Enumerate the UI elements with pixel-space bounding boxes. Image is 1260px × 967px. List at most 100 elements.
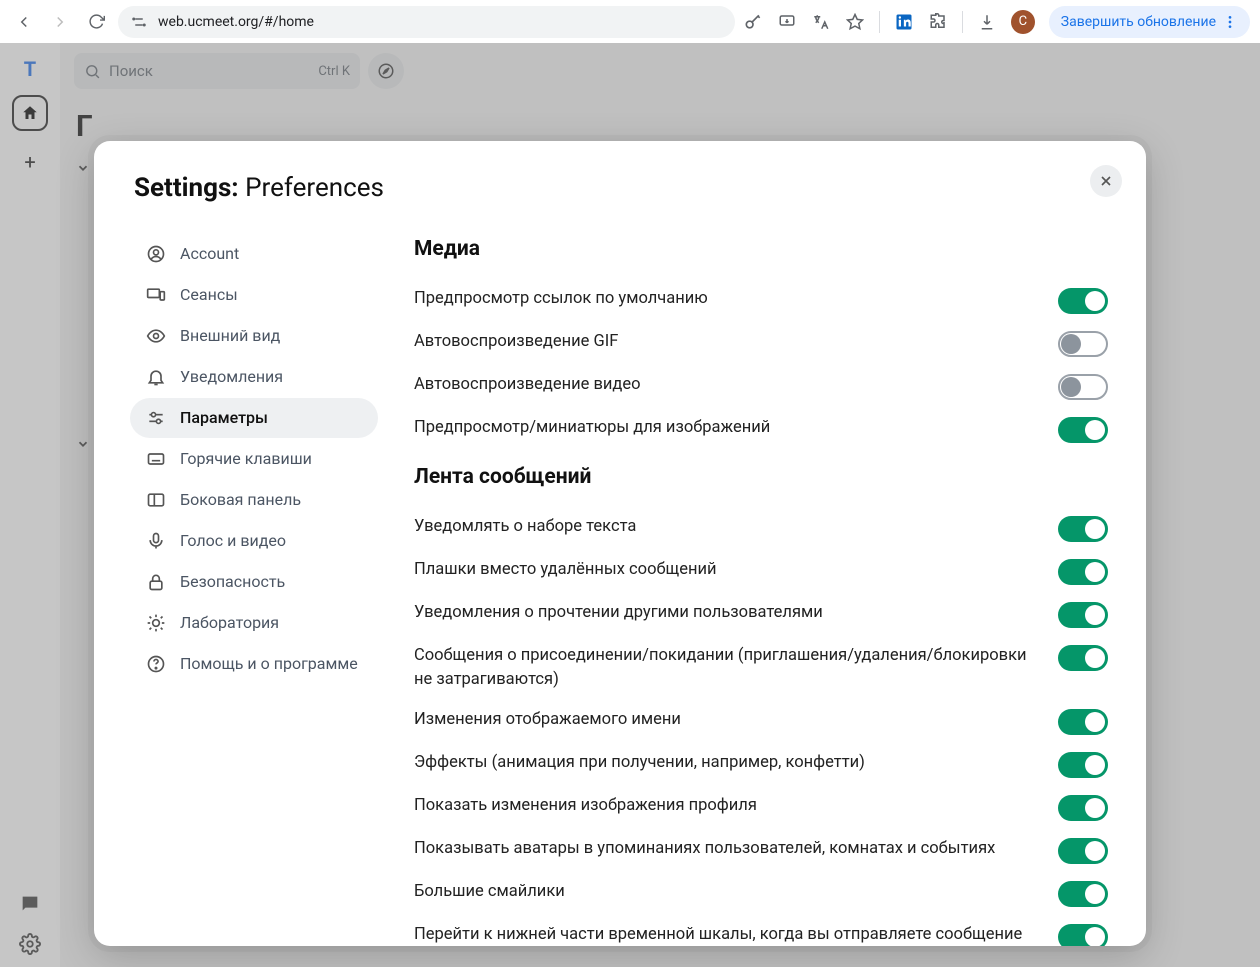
- setting-row: Сообщения о присоединении/покидании (при…: [414, 636, 1108, 700]
- setting-label: Показывать аватары в упоминаниях пользов…: [414, 837, 1038, 861]
- setting-toggle[interactable]: [1058, 417, 1108, 443]
- setting-toggle[interactable]: [1058, 709, 1108, 735]
- setting-toggle[interactable]: [1058, 838, 1108, 864]
- devices-icon: [146, 285, 166, 305]
- sidebar-item-label: Боковая панель: [180, 490, 301, 509]
- setting-row: Большие смайлики: [414, 872, 1108, 915]
- sidebar-item-6[interactable]: Боковая панель: [130, 480, 378, 520]
- setting-label: Большие смайлики: [414, 880, 1038, 904]
- forward-button[interactable]: [46, 8, 74, 36]
- browser-toolbar: web.ucmeet.org/#/home C Завершить обновл…: [0, 0, 1260, 43]
- avatar-letter: C: [1019, 14, 1027, 29]
- modal-body: Account Сеансы Внешний вид Уведомления Парам…: [94, 213, 1146, 946]
- setting-row: Изменения отображаемого имени: [414, 700, 1108, 743]
- keyboard-icon: [146, 449, 166, 469]
- setting-row: Плашки вместо удалённых сообщений: [414, 550, 1108, 593]
- translate-icon[interactable]: [811, 12, 831, 32]
- help-icon: [146, 654, 166, 674]
- sidebar-item-4[interactable]: Параметры: [130, 398, 378, 438]
- modal-title: Settings: Preferences: [134, 173, 384, 203]
- sidebar-item-7[interactable]: Голос и видео: [130, 521, 378, 561]
- downloads-icon[interactable]: [977, 12, 997, 32]
- setting-toggle[interactable]: [1058, 881, 1108, 907]
- setting-row: Автовоспроизведение видео: [414, 365, 1108, 408]
- setting-toggle[interactable]: [1058, 602, 1108, 628]
- key-icon[interactable]: [743, 12, 763, 32]
- more-vert-icon: [1222, 14, 1238, 30]
- sidebar-item-label: Account: [180, 244, 239, 263]
- setting-label: Уведомления о прочтении другими пользова…: [414, 601, 1038, 625]
- sidebar-item-1[interactable]: Сеансы: [130, 275, 378, 315]
- setting-toggle[interactable]: [1058, 374, 1108, 400]
- sidebar-item-label: Помощь и о программе: [180, 654, 358, 673]
- setting-row: Уведомлять о наборе текста: [414, 507, 1108, 550]
- setting-label: Предпросмотр/миниатюры для изображений: [414, 416, 1038, 440]
- sidebar-item-label: Безопасность: [180, 572, 285, 591]
- sidebar-item-0[interactable]: Account: [130, 234, 378, 274]
- modal-header: Settings: Preferences: [94, 141, 1146, 213]
- setting-row: Автовоспроизведение GIF: [414, 322, 1108, 365]
- mic-icon: [146, 531, 166, 551]
- back-button[interactable]: [10, 8, 38, 36]
- settings-content: МедиаПредпросмотр ссылок по умолчаниюАвт…: [384, 213, 1126, 946]
- setting-row: Предпросмотр/миниатюры для изображений: [414, 408, 1108, 451]
- setting-toggle[interactable]: [1058, 795, 1108, 821]
- sidebar-item-label: Горячие клавиши: [180, 449, 312, 468]
- sidebar-item-label: Сеансы: [180, 285, 238, 304]
- setting-row: Показывать аватары в упоминаниях пользов…: [414, 829, 1108, 872]
- separator: [879, 11, 880, 33]
- settings-modal: Settings: Preferences Account Сеансы Внешн…: [94, 141, 1146, 946]
- setting-label: Показать изменения изображения профиля: [414, 794, 1038, 818]
- setting-label: Сообщения о присоединении/покидании (при…: [414, 644, 1038, 692]
- setting-toggle[interactable]: [1058, 331, 1108, 357]
- close-button[interactable]: [1090, 165, 1122, 197]
- setting-label: Уведомлять о наборе текста: [414, 515, 1038, 539]
- sidebar-item-label: Внешний вид: [180, 326, 280, 345]
- sidebar-item-5[interactable]: Горячие клавиши: [130, 439, 378, 479]
- sidebar-item-8[interactable]: Безопасность: [130, 562, 378, 602]
- site-info-icon[interactable]: [130, 13, 148, 31]
- setting-toggle[interactable]: [1058, 516, 1108, 542]
- setting-toggle[interactable]: [1058, 645, 1108, 671]
- section-heading: Лента сообщений: [414, 465, 1108, 489]
- setting-label: Автовоспроизведение видео: [414, 373, 1038, 397]
- bell-icon: [146, 367, 166, 387]
- update-button[interactable]: Завершить обновление: [1049, 6, 1250, 38]
- url-text: web.ucmeet.org/#/home: [158, 14, 723, 30]
- address-bar[interactable]: web.ucmeet.org/#/home: [118, 6, 735, 38]
- setting-toggle[interactable]: [1058, 924, 1108, 946]
- linkedin-icon[interactable]: [894, 12, 914, 32]
- chrome-actions: C Завершить обновление: [743, 6, 1250, 38]
- sidebar-item-10[interactable]: Помощь и о программе: [130, 644, 378, 684]
- update-label: Завершить обновление: [1061, 14, 1216, 30]
- sidebar-item-label: Уведомления: [180, 367, 283, 386]
- setting-row: Предпросмотр ссылок по умолчанию: [414, 279, 1108, 322]
- person-circle-icon: [146, 244, 166, 264]
- setting-label: Перейти к нижней части временной шкалы, …: [414, 923, 1038, 946]
- reload-button[interactable]: [82, 8, 110, 36]
- setting-label: Изменения отображаемого имени: [414, 708, 1038, 732]
- install-icon[interactable]: [777, 12, 797, 32]
- setting-toggle[interactable]: [1058, 288, 1108, 314]
- separator: [962, 11, 963, 33]
- eye-icon: [146, 326, 166, 346]
- setting-label: Эффекты (анимация при получении, наприме…: [414, 751, 1038, 775]
- sliders-icon: [146, 408, 166, 428]
- sidebar-item-label: Лаборатория: [180, 613, 279, 632]
- sidebar-item-9[interactable]: Лаборатория: [130, 603, 378, 643]
- sidebar-item-label: Параметры: [180, 408, 268, 427]
- setting-label: Предпросмотр ссылок по умолчанию: [414, 287, 1038, 311]
- setting-toggle[interactable]: [1058, 559, 1108, 585]
- modal-title-prefix: Settings:: [134, 173, 239, 203]
- setting-row: Уведомления о прочтении другими пользова…: [414, 593, 1108, 636]
- extensions-icon[interactable]: [928, 12, 948, 32]
- profile-avatar[interactable]: C: [1011, 10, 1035, 34]
- bookmark-star-icon[interactable]: [845, 12, 865, 32]
- setting-toggle[interactable]: [1058, 752, 1108, 778]
- sidebar-item-label: Голос и видео: [180, 531, 286, 550]
- sidebar-item-3[interactable]: Уведомления: [130, 357, 378, 397]
- setting-label: Автовоспроизведение GIF: [414, 330, 1038, 354]
- settings-sidebar: Account Сеансы Внешний вид Уведомления Парам…: [124, 213, 384, 946]
- sidebar-item-2[interactable]: Внешний вид: [130, 316, 378, 356]
- setting-row: Перейти к нижней части временной шкалы, …: [414, 915, 1108, 946]
